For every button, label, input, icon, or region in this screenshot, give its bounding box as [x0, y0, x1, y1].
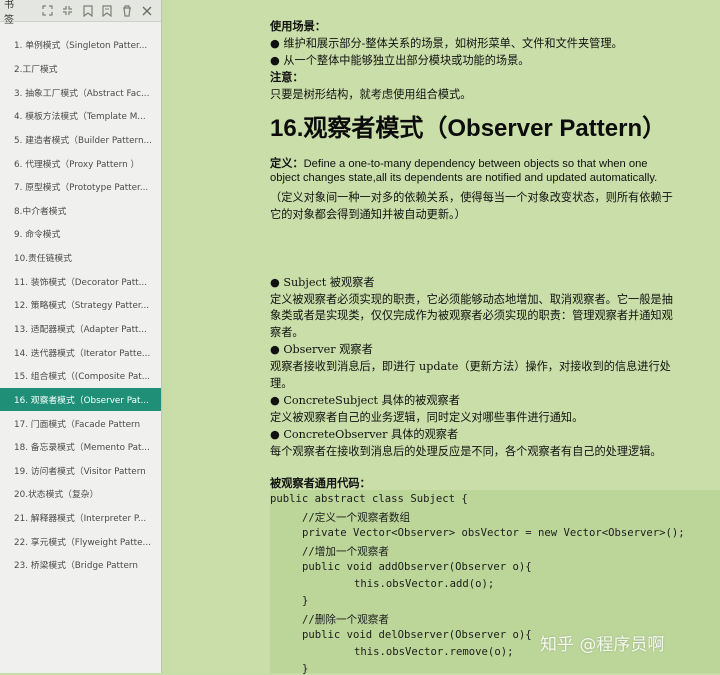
bookmark-item[interactable]: 15. 组合模式（(Composite Pat... — [0, 364, 161, 388]
code-line: public void delObserver(Observer o){ — [302, 629, 532, 641]
definition-en-line-2: object changes state,all its dependents … — [270, 172, 658, 184]
subject-title: ● Subject 被观察者 — [270, 276, 375, 289]
subject-desc-2: 象类或者是实现类，仅仅完成作为被观察者必须实现的职责：管理观察者并通知观 — [270, 309, 673, 322]
expand-all-icon[interactable] — [38, 2, 58, 20]
definition-cn-line-2: 它的对象都会得到通知并被自动更新。） — [270, 208, 466, 221]
bookmark-item[interactable]: 13. 适配器模式（Adapter Patt... — [0, 317, 161, 341]
bookmark-item[interactable]: 5. 建造者模式（Builder Pattern... — [0, 128, 161, 152]
bookmarks-panel: 书签 1. 单例模式（Singleton Patter... 2.工厂模式 3. 抽… — [0, 0, 162, 673]
code-line: this.obsVector.remove(o); — [354, 646, 514, 658]
delete-icon[interactable] — [117, 2, 137, 20]
bookmark-item[interactable]: 19. 访问者模式（Visitor Pattern — [0, 459, 161, 483]
definition-en-line-1: 定义：Define a one-to-many dependency betwe… — [270, 155, 648, 171]
note-title: 注意： — [270, 70, 304, 84]
code-line: } — [302, 595, 309, 607]
bookmark-item[interactable]: 3. 抽象工厂模式（Abstract Fac... — [0, 80, 161, 104]
bookmark-item[interactable]: 7. 原型模式（Prototype Patter... — [0, 175, 161, 199]
bookmark-item[interactable]: 12. 策略模式（Strategy Patter... — [0, 293, 161, 317]
code-title: 被观察者通用代码： — [270, 476, 371, 490]
bookmark-list: 1. 单例模式（Singleton Patter... 2.工厂模式 3. 抽象工厂… — [0, 33, 161, 577]
bookmark-item[interactable]: 2.工厂模式 — [0, 57, 161, 81]
observer-title: ● Observer 观察者 — [270, 343, 373, 356]
code-line: public abstract class Subject { — [270, 493, 468, 505]
note-text: 只要是树形结构，就考虑使用组合模式。 — [270, 88, 472, 101]
section-heading: 16.观察者模式（Observer Pattern） — [270, 115, 667, 142]
definition-cn-line-1: （定义对象间一种一对多的依赖关系，使得每当一个对象改变状态，则所有依赖于 — [270, 191, 673, 204]
bookmark-item[interactable]: 14. 迭代器模式（Iterator Patte... — [0, 340, 161, 364]
code-line: //删除一个观察者 — [302, 614, 389, 626]
bookmark-item[interactable]: 10.责任链模式 — [0, 246, 161, 270]
bookmark-item[interactable]: 20.状态模式（复杂） — [0, 482, 161, 506]
concrete-observer-title: ● ConcreteObserver 具体的观察者 — [270, 428, 459, 441]
bookmark-item[interactable]: 23. 桥梁模式（Bridge Pattern — [0, 553, 161, 577]
concrete-subject-desc: 定义被观察者自己的业务逻辑，同时定义对哪些事件进行通知。 — [270, 411, 584, 424]
subject-desc-1: 定义被观察者必须实现的职责，它必须能够动态地增加、取消观察者。它一般是抽 — [270, 293, 673, 306]
code-line: //增加一个观察者 — [302, 546, 389, 558]
bookmark-item[interactable]: 1. 单例模式（Singleton Patter... — [0, 33, 161, 57]
concrete-observer-desc: 每个观察者在接收到消息后的处理反应是不同，各个观察者有自己的处理逻辑。 — [270, 445, 662, 458]
bookmark-edit-icon[interactable] — [97, 2, 117, 20]
usage-item-2: ● 从一个整体中能够独立出部分模块或功能的场景。 — [270, 54, 530, 67]
close-icon[interactable] — [137, 2, 157, 20]
code-line: this.obsVector.add(o); — [354, 578, 495, 590]
bookmark-item[interactable]: 17. 门面模式（Facade Pattern — [0, 411, 161, 435]
bookmark-item[interactable]: 9. 命令模式 — [0, 222, 161, 246]
bookmark-add-icon[interactable] — [78, 2, 98, 20]
subject-desc-3: 察者。 — [270, 326, 304, 339]
code-line: //定义一个观察者数组 — [302, 512, 411, 524]
definition-en-text-1: Define a one-to-many dependency between … — [303, 158, 648, 170]
definition-label: 定义： — [270, 156, 304, 170]
collapse-all-icon[interactable] — [58, 2, 78, 20]
bookmarks-title: 书签 — [4, 0, 14, 26]
bookmark-item[interactable]: 8.中介者模式 — [0, 198, 161, 222]
usage-item-1: ● 维护和展示部分-整体关系的场景，如树形菜单、文件和文件夹管理。 — [270, 37, 623, 50]
bookmark-item[interactable]: 22. 享元模式（Flyweight Patte... — [0, 529, 161, 553]
usage-title: 使用场景： — [270, 19, 326, 33]
observer-desc-2: 理。 — [270, 377, 293, 390]
bookmark-item[interactable]: 21. 解释器模式（Interpreter P... — [0, 506, 161, 530]
code-line: } — [302, 663, 309, 675]
bookmarks-header: 书签 — [0, 0, 161, 26]
bookmark-item[interactable]: 18. 备忘录模式（Memento Pat... — [0, 435, 161, 459]
code-line: public void addObserver(Observer o){ — [302, 561, 532, 573]
bookmark-item[interactable]: 16. 观察者模式（Observer Pat... — [0, 387, 161, 412]
observer-desc-1: 观察者接收到消息后，即进行 update（更新方法）操作，对接收到的信息进行处 — [270, 360, 671, 373]
bookmark-item[interactable]: 6. 代理模式（Proxy Pattern ） — [0, 151, 161, 175]
bookmark-item[interactable]: 11. 装饰模式（Decorator Patt... — [0, 269, 161, 293]
code-line: private Vector<Observer> obsVector = new… — [302, 527, 685, 539]
concrete-subject-title: ● ConcreteSubject 具体的被观察者 — [270, 394, 460, 407]
bookmark-item[interactable]: 4. 模板方法模式（Template M... — [0, 104, 161, 128]
watermark: 知乎 @程序员啊 — [540, 635, 665, 655]
